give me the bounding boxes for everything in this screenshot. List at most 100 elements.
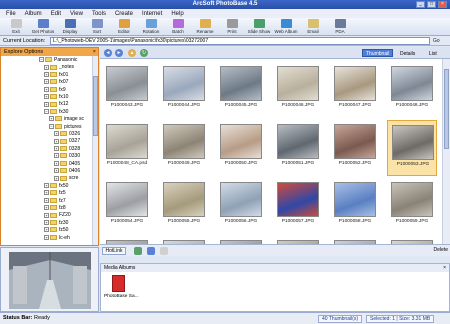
thumbnail-item[interactable]: P1000056.JPG (216, 178, 266, 234)
thumbnail-item[interactable]: P1000047.JPG (330, 62, 380, 118)
tree-node[interactable]: + fx9 (44, 87, 66, 94)
batch-button[interactable]: Batch (166, 19, 190, 35)
tray-add-icon[interactable] (134, 247, 142, 255)
tree-node[interactable]: − Panasonic (39, 57, 77, 64)
tree-node[interactable]: + lc-eh (44, 235, 70, 242)
thumbnail-item[interactable]: P1000048_CA.psd (102, 120, 152, 176)
rotation-button[interactable]: Rotation (139, 19, 163, 35)
album-item[interactable]: PhotoBase Sa... (104, 275, 139, 299)
refresh-icon[interactable]: ↻ (140, 49, 148, 57)
thumbnail-item[interactable]: P1000053.JPG (387, 120, 437, 176)
tree-expander[interactable]: + (44, 227, 49, 233)
tree-expander[interactable]: + (54, 160, 59, 166)
delete-button[interactable]: Delete (434, 247, 448, 253)
pda-button[interactable]: PDA (328, 19, 352, 35)
menu-item-file[interactable]: File (6, 11, 16, 17)
location-path-field[interactable]: L:\_Photoweb-DEV 2005-1\images\Panasonic… (50, 37, 430, 45)
tree-expander[interactable]: + (54, 153, 59, 159)
tree-node[interactable]: + image sc (49, 116, 84, 123)
tree-node[interactable]: +0330 (54, 153, 80, 160)
tray-send-icon[interactable] (147, 247, 155, 255)
grid-scrollbar[interactable] (442, 59, 450, 244)
tree-node[interactable]: − pictures (49, 124, 82, 131)
tree-expander[interactable]: + (54, 138, 59, 144)
menu-item-create[interactable]: Create (115, 11, 133, 17)
tree-expander[interactable]: − (49, 123, 54, 129)
tree-node[interactable]: +0327 (54, 138, 80, 145)
tree-expander[interactable]: + (44, 79, 49, 85)
grid-scroll-thumb[interactable] (444, 69, 449, 149)
thumbnail-item[interactable]: P1000046.JPG (273, 62, 323, 118)
minimize-button[interactable]: _ (416, 1, 425, 8)
tree-node[interactable]: +0326 (54, 131, 80, 138)
tree-expander[interactable]: + (44, 234, 49, 240)
tree-node[interactable]: + FZ20 (44, 212, 71, 219)
thumbnail-view-button[interactable]: Thumbnail (362, 49, 394, 57)
tree-node[interactable]: +0405 (54, 161, 80, 168)
tree-expander[interactable]: + (44, 182, 49, 188)
go-button[interactable]: Go (433, 37, 448, 45)
thumbnail-item[interactable]: P1000049.JPG (159, 120, 209, 176)
tray-settings-icon[interactable] (160, 247, 168, 255)
list-view-button[interactable]: List (425, 49, 441, 57)
menu-item-help[interactable]: Help (171, 11, 183, 17)
tree-expander[interactable]: + (44, 197, 49, 203)
menu-item-tools[interactable]: Tools (92, 11, 106, 17)
tree-expander[interactable]: + (44, 64, 49, 70)
thumbnail-item[interactable]: P1000044.JPG (159, 62, 209, 118)
tree-node[interactable]: +0328 (54, 146, 80, 153)
tree-node[interactable]: + fz7 (44, 198, 66, 205)
tree-expander[interactable]: − (39, 57, 44, 63)
get-photos-button[interactable]: Get Photos (31, 19, 55, 35)
tree-scroll-thumb[interactable] (93, 76, 98, 136)
menu-item-album[interactable]: Album (25, 11, 42, 17)
sort-button[interactable]: Sort (85, 19, 109, 35)
back-icon[interactable]: ◄ (104, 49, 112, 57)
thumbnail-item[interactable] (273, 236, 323, 244)
tree-node[interactable]: + fx12 (44, 101, 68, 108)
menu-item-view[interactable]: View (70, 11, 83, 17)
thumbnail-item[interactable]: P1000057.JPG (273, 178, 323, 234)
thumbnail-item[interactable]: P1000055.JPG (159, 178, 209, 234)
tree-node[interactable]: + fx50 (44, 183, 68, 190)
tree-expander[interactable]: + (54, 168, 59, 174)
tree-expander[interactable]: + (44, 101, 49, 107)
thumbnail-item[interactable]: P1000052.JPG (330, 120, 380, 176)
tree-expander[interactable]: + (44, 205, 49, 211)
thumbnail-item[interactable] (102, 236, 152, 244)
tree-node[interactable]: + fz30 (44, 220, 68, 227)
tree-expander[interactable]: − (44, 108, 49, 114)
tree-node[interactable]: + fx07 (44, 79, 68, 86)
tree-expander[interactable]: + (44, 94, 49, 100)
rename-button[interactable]: Rename (193, 19, 217, 35)
forward-icon[interactable]: ► (115, 49, 123, 57)
tree-node[interactable]: − fx30 (44, 109, 68, 116)
tree-node[interactable]: + fx01 (44, 72, 68, 79)
folder-up-icon[interactable]: ▲ (128, 49, 136, 57)
slide-show-button[interactable]: Slide Show (247, 19, 271, 35)
media-albums-close-button[interactable]: × (443, 264, 446, 272)
thumbnail-item[interactable]: P1000058.JPG (330, 178, 380, 234)
thumbnail-item[interactable]: P1000054.JPG (102, 178, 152, 234)
thumbnail-item[interactable] (387, 236, 437, 244)
tree-expander[interactable]: + (54, 131, 59, 137)
display-button[interactable]: Display (58, 19, 82, 35)
exit-button[interactable]: Exit (4, 19, 28, 35)
tree-node[interactable]: + fz50 (44, 227, 68, 234)
tree-expander[interactable]: + (54, 175, 59, 181)
print-button[interactable]: Print (220, 19, 244, 35)
thumbnail-item[interactable]: P1000043.JPG (102, 62, 152, 118)
editor-button[interactable]: Editor (112, 19, 136, 35)
thumbnail-item[interactable] (330, 236, 380, 244)
thumbnail-item[interactable]: P1000059.JPG (387, 178, 437, 234)
menu-item-edit[interactable]: Edit (51, 11, 61, 17)
tree-node[interactable]: + fx10 (44, 94, 68, 101)
tree-expander[interactable]: + (44, 212, 49, 218)
tree-expander[interactable]: + (44, 219, 49, 225)
tree-node[interactable]: + fz5 (44, 190, 66, 197)
thumbnail-item[interactable] (216, 236, 266, 244)
thumbnail-item[interactable]: P1000051.JPG (273, 120, 323, 176)
tree-node[interactable]: + fz8 (44, 205, 66, 212)
email-button[interactable]: Email (301, 19, 325, 35)
tree-expander[interactable]: + (44, 71, 49, 77)
